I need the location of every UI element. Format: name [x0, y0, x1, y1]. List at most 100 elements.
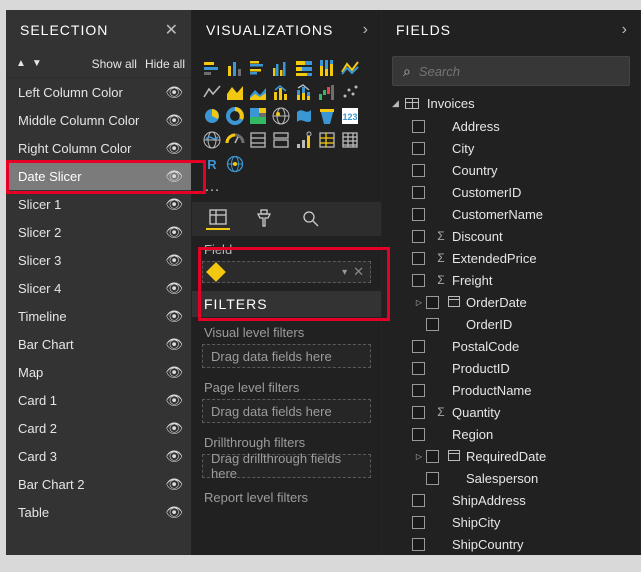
100-stacked-column-icon[interactable] [317, 58, 337, 78]
gauge-icon[interactable]: 123 [340, 106, 360, 126]
field-checkbox[interactable] [412, 406, 425, 419]
chevron-right-icon[interactable]: › [361, 19, 371, 41]
fields-tab-icon[interactable] [206, 206, 230, 230]
field-row[interactable]: ShipCountry [382, 533, 640, 555]
visibility-toggle-icon[interactable]: 👁 [165, 308, 183, 325]
field-row[interactable]: Country [382, 159, 640, 181]
clustered-column-icon[interactable] [271, 58, 291, 78]
chevron-down-icon[interactable]: ▾ [342, 267, 347, 278]
selection-item[interactable]: Bar Chart👁 [6, 330, 191, 358]
stacked-bar-icon[interactable] [202, 58, 222, 78]
ribbon-icon[interactable] [340, 58, 360, 78]
field-row[interactable]: ΣExtendedPrice [382, 247, 640, 269]
globe-icon[interactable] [225, 154, 245, 174]
selection-item[interactable]: Middle Column Color👁 [6, 106, 191, 134]
field-checkbox[interactable] [412, 142, 425, 155]
field-row[interactable]: ShipCity [382, 511, 640, 533]
visibility-toggle-icon[interactable]: 👁 [165, 140, 183, 157]
selection-item[interactable]: Slicer 1👁 [6, 190, 191, 218]
expand-icon[interactable]: ◢ [392, 98, 399, 109]
kpi-icon[interactable] [248, 130, 268, 150]
selection-item[interactable]: Right Column Color👁 [6, 134, 191, 162]
expand-icon[interactable]: ▷ [412, 298, 426, 307]
field-checkbox[interactable] [412, 120, 425, 133]
field-row[interactable]: ▷RequiredDate [382, 445, 640, 467]
field-row[interactable]: ▷OrderDate [382, 291, 640, 313]
fields-search[interactable]: ⌕ [392, 56, 630, 86]
close-icon[interactable]: ✕ [163, 20, 181, 40]
visibility-toggle-icon[interactable]: 👁 [165, 336, 183, 353]
expand-icon[interactable]: ▷ [412, 452, 426, 461]
format-tab-icon[interactable] [252, 206, 276, 230]
filter-drop-zone[interactable]: Drag data fields here [202, 399, 371, 423]
selection-item[interactable]: Slicer 3👁 [6, 246, 191, 274]
field-row[interactable]: ProductName [382, 379, 640, 401]
field-row[interactable]: Salesperson [382, 467, 640, 489]
field-checkbox[interactable] [412, 428, 425, 441]
visibility-toggle-icon[interactable]: 👁 [165, 476, 183, 493]
treemap-icon[interactable] [248, 106, 268, 126]
selection-item[interactable]: Left Column Color👁 [6, 78, 191, 106]
field-checkbox[interactable] [412, 208, 425, 221]
analytics-tab-icon[interactable] [298, 206, 322, 230]
field-row[interactable]: CustomerName [382, 203, 640, 225]
more-visuals-icon[interactable]: … [192, 174, 381, 202]
area-icon[interactable] [225, 82, 245, 102]
visibility-toggle-icon[interactable]: 👁 [165, 280, 183, 297]
hide-all-button[interactable]: Hide all [145, 57, 185, 71]
slicer-icon[interactable] [271, 130, 291, 150]
move-up-icon[interactable]: ▲ [16, 58, 26, 69]
remove-field-icon[interactable]: ✕ [353, 264, 364, 280]
selection-item[interactable]: Table👁 [6, 498, 191, 526]
visibility-toggle-icon[interactable]: 👁 [165, 420, 183, 437]
field-row[interactable]: ΣFreight [382, 269, 640, 291]
funnel-icon[interactable] [317, 106, 337, 126]
line-clustered-column-icon[interactable] [271, 82, 291, 102]
field-row[interactable]: Address [382, 115, 640, 137]
matrix-icon[interactable] [317, 130, 337, 150]
field-checkbox[interactable] [412, 494, 425, 507]
r-visual-icon[interactable] [340, 130, 360, 150]
field-checkbox[interactable] [426, 296, 439, 309]
selection-item[interactable]: Bar Chart 2👁 [6, 470, 191, 498]
show-all-button[interactable]: Show all [92, 57, 137, 71]
field-checkbox[interactable] [412, 164, 425, 177]
field-row[interactable]: ΣQuantity [382, 401, 640, 423]
field-row[interactable]: CustomerID [382, 181, 640, 203]
line-stacked-column-icon[interactable] [294, 82, 314, 102]
chevron-right-icon[interactable]: › [620, 19, 630, 41]
waterfall-icon[interactable] [317, 82, 337, 102]
stacked-column-icon[interactable] [225, 58, 245, 78]
field-checkbox[interactable] [412, 186, 425, 199]
arcgis-icon[interactable]: R [202, 154, 222, 174]
pie-icon[interactable] [202, 106, 222, 126]
clustered-bar-icon[interactable] [248, 58, 268, 78]
selection-item[interactable]: Slicer 4👁 [6, 274, 191, 302]
field-checkbox[interactable] [412, 230, 425, 243]
selection-item[interactable]: Slicer 2👁 [6, 218, 191, 246]
stacked-area-icon[interactable] [248, 82, 268, 102]
line-icon[interactable] [202, 82, 222, 102]
visibility-toggle-icon[interactable]: 👁 [165, 448, 183, 465]
visibility-toggle-icon[interactable]: 👁 [165, 84, 183, 101]
selection-item[interactable]: Map👁 [6, 358, 191, 386]
field-row[interactable]: OrderID [382, 313, 640, 335]
field-row[interactable]: ProductID [382, 357, 640, 379]
selection-item[interactable]: Date Slicer👁 [6, 162, 191, 190]
selection-item[interactable]: Card 3👁 [6, 442, 191, 470]
field-checkbox[interactable] [426, 450, 439, 463]
donut-icon[interactable] [225, 106, 245, 126]
move-down-icon[interactable]: ▼ [32, 58, 42, 69]
field-checkbox[interactable] [412, 384, 425, 397]
selection-item[interactable]: Card 1👁 [6, 386, 191, 414]
visibility-toggle-icon[interactable]: 👁 [165, 168, 183, 185]
map-icon[interactable] [271, 106, 291, 126]
field-row[interactable]: Region [382, 423, 640, 445]
multi-row-card-icon[interactable] [225, 130, 245, 150]
table-icon[interactable] [294, 130, 314, 150]
field-checkbox[interactable] [426, 318, 439, 331]
field-row[interactable]: City [382, 137, 640, 159]
field-checkbox[interactable] [412, 362, 425, 375]
visibility-toggle-icon[interactable]: 👁 [165, 196, 183, 213]
visibility-toggle-icon[interactable]: 👁 [165, 504, 183, 521]
